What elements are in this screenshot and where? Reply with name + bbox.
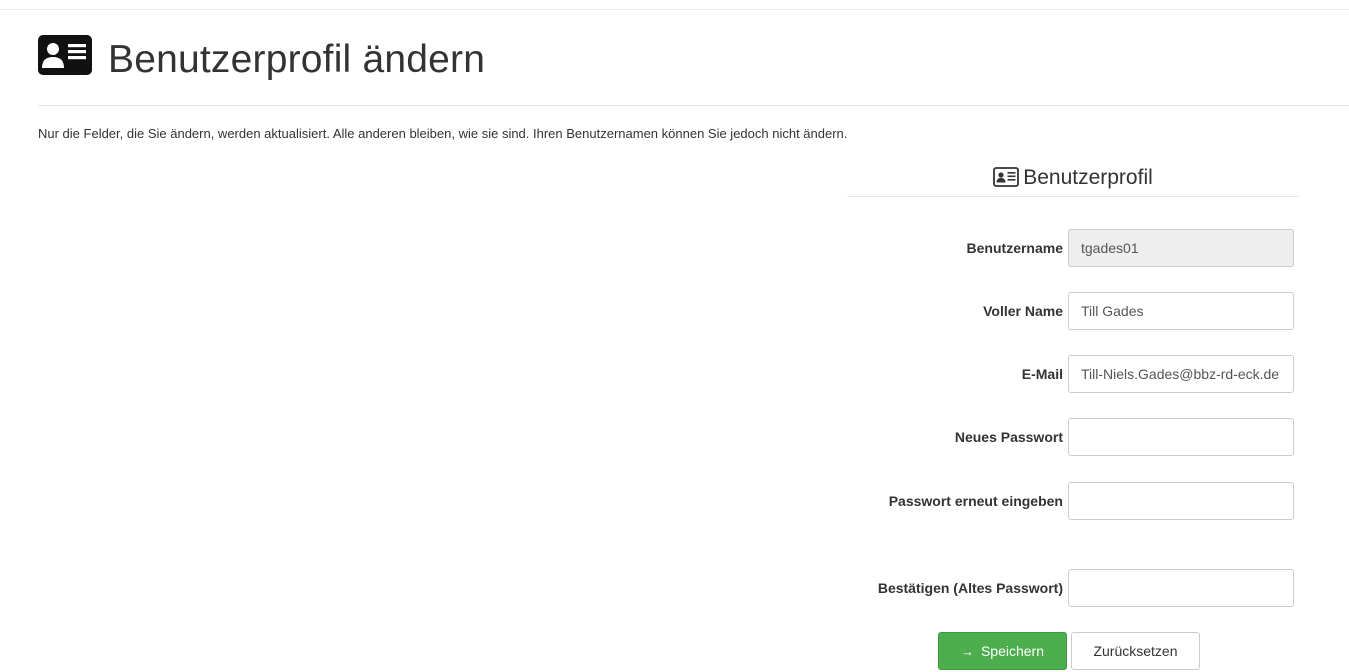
id-card-outline-icon [993,167,1020,187]
repeat-password-row: Passwort erneut eingeben [847,482,1299,520]
form-legend: Benutzerprofil [847,162,1299,197]
email-row: E-Mail [847,355,1299,393]
intro-text: Nur die Felder, die Sie ändern, werden a… [38,126,848,141]
old-password-row: Bestätigen (Altes Passwort) [847,569,1299,607]
save-button-label: Speichern [980,643,1045,659]
repeat-password-field[interactable] [1068,482,1294,520]
save-button[interactable]: → Speichern [938,632,1067,670]
page-header: Benutzerprofil ändern [38,35,486,82]
form-buttons: → Speichern Zurücksetzen [938,632,1200,670]
form-legend-label: Benutzerprofil [1023,166,1153,189]
username-row: Benutzername [847,229,1299,267]
repeat-password-label: Passwort erneut eingeben [888,493,1063,509]
arrow-right-icon: → [960,643,974,659]
page-title: Benutzerprofil ändern [108,38,486,81]
fullname-label: Voller Name [983,303,1063,319]
reset-button[interactable]: Zurücksetzen [1071,632,1200,670]
username-label: Benutzername [966,240,1063,256]
fullname-field[interactable] [1068,292,1294,330]
email-field[interactable] [1068,355,1294,393]
header-divider [38,105,1349,106]
username-field[interactable] [1068,229,1294,267]
new-password-label: Neues Passwort [954,429,1063,445]
top-divider [0,9,1349,10]
old-password-field[interactable] [1068,569,1294,607]
id-card-icon [38,35,92,75]
new-password-field[interactable] [1068,418,1294,456]
new-password-row: Neues Passwort [847,418,1299,456]
email-label: E-Mail [1021,366,1063,382]
profile-form: Benutzerprofil Benutzername Voller Name … [847,162,1299,670]
fullname-row: Voller Name [847,292,1299,330]
old-password-label: Bestätigen (Altes Passwort) [877,580,1063,596]
